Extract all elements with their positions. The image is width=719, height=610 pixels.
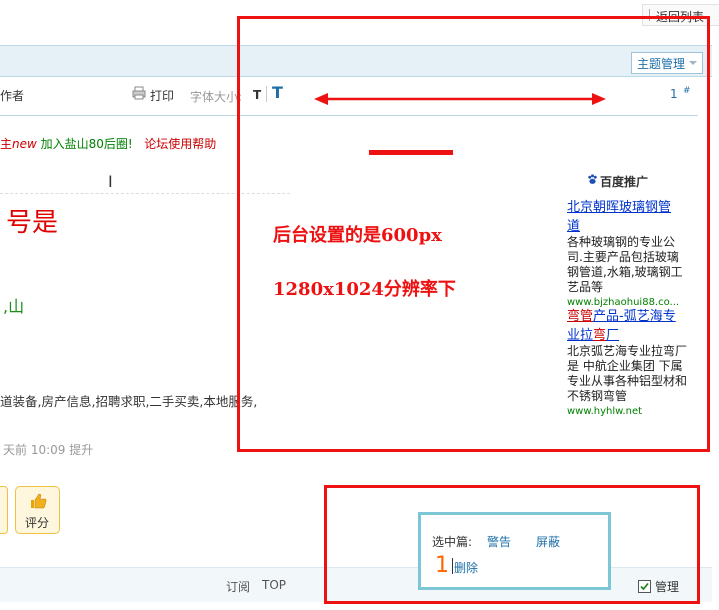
selected-posts-label: 选中篇: bbox=[432, 535, 473, 549]
print-link[interactable]: 打印 bbox=[150, 87, 174, 104]
link-forum-help[interactable]: 论坛使用帮助 bbox=[144, 137, 216, 151]
moderation-panel: 选中篇: 警告 屏蔽 1 删除 bbox=[418, 512, 611, 590]
link-fragment[interactable]: 主 bbox=[0, 137, 12, 151]
annotation-note: 1280x1024分辨率下 bbox=[273, 279, 456, 300]
author-label: 作者 bbox=[0, 89, 25, 103]
annotation-dash bbox=[369, 150, 453, 155]
font-size-label: 字体大小: bbox=[190, 90, 243, 104]
rate-label: 评分 bbox=[25, 516, 50, 530]
subscribe-link[interactable]: 订阅 bbox=[226, 578, 250, 595]
post-time-text: 天前 10:09 提升 bbox=[3, 443, 94, 457]
text-cursor-icon: I bbox=[108, 172, 113, 191]
selected-count: 1 bbox=[435, 553, 449, 578]
printer-icon[interactable] bbox=[132, 86, 146, 100]
post-links-row: 主new 加入盐山80后圈! 论坛使用帮助 bbox=[0, 135, 216, 152]
delete-button[interactable]: 删除 bbox=[454, 559, 478, 576]
warn-button[interactable]: 警告 bbox=[487, 533, 511, 550]
annotation-note: 后台设置的是600px bbox=[273, 225, 442, 246]
new-badge: new bbox=[12, 137, 37, 151]
post-service-text: 道装备,房产信息,招聘求职,二手买卖,本地服务, bbox=[0, 394, 258, 409]
text-cursor bbox=[452, 558, 453, 574]
thumbs-up-icon bbox=[31, 493, 47, 509]
post-text-fragment: ,山 bbox=[3, 297, 25, 316]
double-arrow-icon bbox=[314, 93, 606, 105]
block-button[interactable]: 屏蔽 bbox=[536, 533, 560, 550]
rate-button[interactable]: 评分 bbox=[15, 486, 60, 534]
post-heading-text: 号是 bbox=[6, 208, 59, 238]
action-button-partial[interactable] bbox=[0, 486, 8, 534]
link-join-group[interactable]: 加入盐山80后圈! bbox=[37, 137, 133, 151]
top-link[interactable]: TOP bbox=[262, 578, 286, 592]
